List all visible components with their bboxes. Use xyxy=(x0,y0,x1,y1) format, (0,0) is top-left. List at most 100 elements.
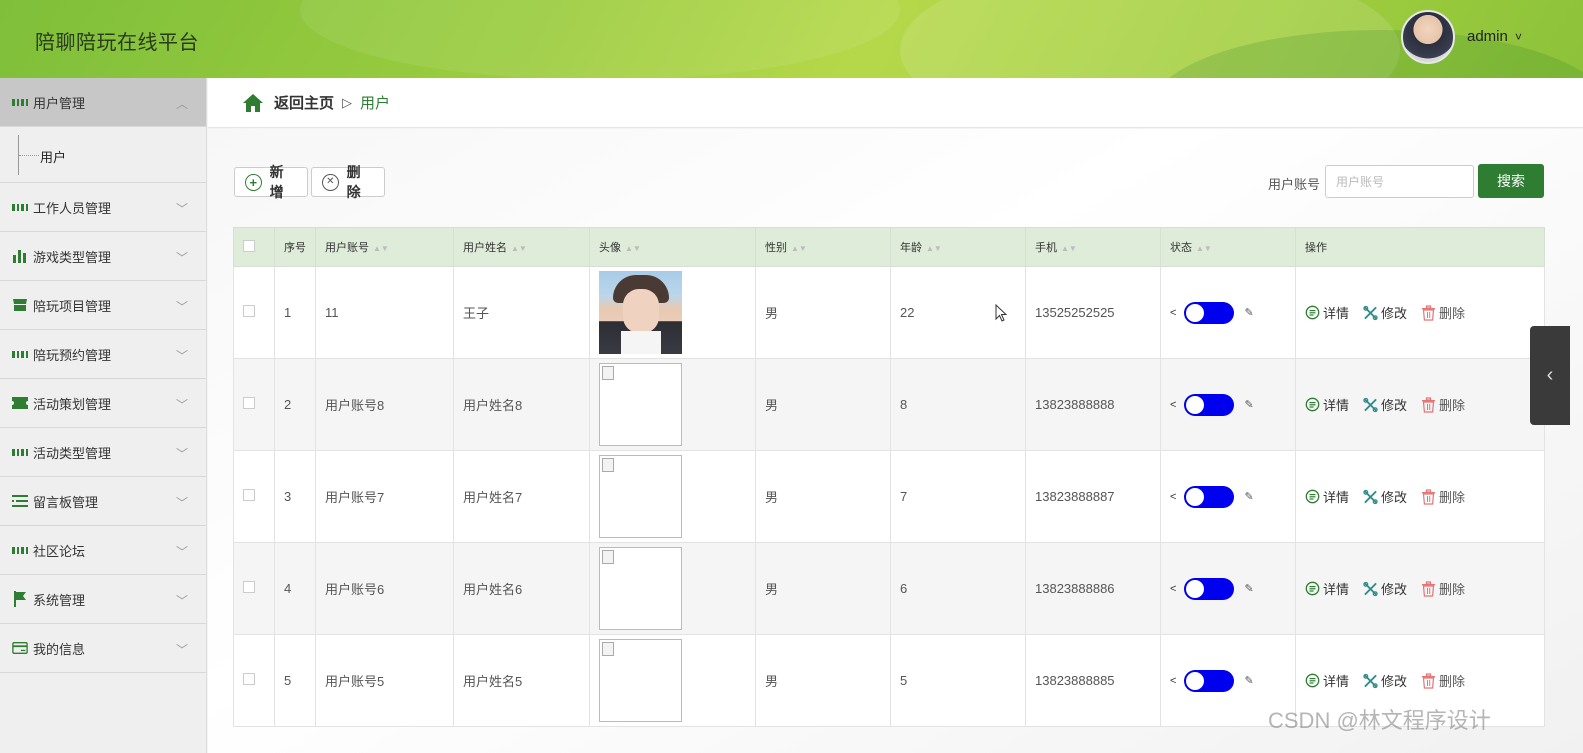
row-select-cell[interactable] xyxy=(233,358,275,451)
sidebar-item-user-management[interactable]: 用户管理 ︿ xyxy=(0,78,206,127)
status-toggle[interactable] xyxy=(1184,577,1235,600)
close-circle-icon: ✕ xyxy=(322,173,339,191)
edit-pen-icon: ✎ xyxy=(1244,583,1254,595)
sidebar-item-label: 社区论坛 xyxy=(33,543,86,559)
user-avatar[interactable] xyxy=(1401,10,1455,64)
detail-icon xyxy=(1305,673,1320,688)
sidebar-item-event-type-management[interactable]: 活动类型管理 ﹀ xyxy=(0,428,206,477)
select-all-checkbox[interactable] xyxy=(243,239,255,252)
status-toggle[interactable] xyxy=(1184,301,1235,324)
sort-icon[interactable]: ▲▼ xyxy=(373,244,389,253)
delete-label: 删除 xyxy=(1439,398,1466,413)
chevron-down-icon[interactable]: ˅ xyxy=(1515,30,1522,44)
row-select-cell[interactable] xyxy=(233,266,275,359)
edit-button[interactable]: 修改 xyxy=(1363,303,1407,322)
delete-button[interactable]: ✕ 删除 xyxy=(311,164,385,200)
edit-button[interactable]: 修改 xyxy=(1363,487,1407,506)
grid-icon xyxy=(12,199,28,215)
cell-phone: 13525252525 xyxy=(1025,266,1161,359)
sidebar-item-staff-management[interactable]: 工作人员管理 ﹀ xyxy=(0,183,206,232)
row-select-cell[interactable] xyxy=(233,450,275,543)
sort-icon[interactable]: ▲▼ xyxy=(926,244,942,253)
edit-button[interactable]: 修改 xyxy=(1363,671,1407,690)
user-name[interactable]: admin xyxy=(1467,28,1508,45)
cell-gender: 男 xyxy=(755,542,891,635)
index-value: 1 xyxy=(284,305,292,320)
edit-button[interactable]: 修改 xyxy=(1363,579,1407,598)
sidebar-item-appointment-management[interactable]: 陪玩预约管理 ﹀ xyxy=(0,330,206,379)
sidebar-item-event-planning-management[interactable]: 活动策划管理 ﹀ xyxy=(0,379,206,428)
detail-button[interactable]: 详情 xyxy=(1305,487,1349,506)
sidebar-item-label: 工作人员管理 xyxy=(33,200,112,216)
search-input[interactable] xyxy=(1325,165,1474,198)
column-header-label[interactable]: 年龄 xyxy=(900,242,922,254)
breadcrumb-home[interactable]: 返回主页 xyxy=(274,92,334,113)
row-delete-button[interactable]: 删除 xyxy=(1421,579,1465,598)
sort-icon[interactable]: ▲▼ xyxy=(791,244,807,253)
row-delete-button[interactable]: 删除 xyxy=(1421,671,1465,690)
sidebar-subitem-label[interactable]: 用户 xyxy=(40,147,66,166)
status-toggle[interactable] xyxy=(1184,485,1235,508)
chevron-left-icon[interactable]: ‹ xyxy=(1547,364,1554,387)
column-header[interactable]: 用户姓名 ▲▼ xyxy=(453,227,590,267)
column-header-label[interactable]: 用户姓名 xyxy=(463,242,507,254)
row-checkbox[interactable] xyxy=(243,397,255,409)
column-header[interactable]: 年龄 ▲▼ xyxy=(890,227,1026,267)
sidebar-subitem-users[interactable]: 用户 xyxy=(0,127,206,183)
cell-age: 8 xyxy=(890,358,1026,451)
column-header-label: 序号 xyxy=(284,242,306,254)
detail-button[interactable]: 详情 xyxy=(1305,579,1349,598)
column-header[interactable]: 用户账号 ▲▼ xyxy=(315,227,454,267)
name-value: 王子 xyxy=(463,306,490,321)
top-header: 陪聊陪玩在线平台 admin ˅ xyxy=(0,0,1583,78)
chevron-down-icon: ﹀ xyxy=(175,643,188,657)
sidebar-item-game-type-management[interactable]: 游戏类型管理 ﹀ xyxy=(0,232,206,281)
age-value: 5 xyxy=(900,673,908,688)
column-header-label[interactable]: 手机 xyxy=(1035,242,1057,254)
column-header[interactable]: 性别 ▲▼ xyxy=(755,227,891,267)
sort-icon[interactable]: ▲▼ xyxy=(625,244,641,253)
row-select-cell[interactable] xyxy=(233,542,275,635)
row-delete-button[interactable]: 删除 xyxy=(1421,303,1465,322)
status-toggle[interactable] xyxy=(1184,669,1235,692)
collapse-panel-toggle[interactable]: ‹ xyxy=(1530,326,1570,425)
detail-button[interactable]: 详情 xyxy=(1305,671,1349,690)
sidebar-item-companion-project-management[interactable]: 陪玩项目管理 ﹀ xyxy=(0,281,206,330)
row-checkbox[interactable] xyxy=(243,305,255,317)
status-toggle[interactable] xyxy=(1184,393,1235,416)
column-header-label[interactable]: 用户账号 xyxy=(325,242,369,254)
sort-icon[interactable]: ▲▼ xyxy=(1061,244,1077,253)
table-row: 3 用户账号7 用户姓名7 男 7 13823888887 < ✎ 详情 修改 xyxy=(233,450,1545,543)
broken-image-icon xyxy=(599,639,682,722)
cell-actions: 详情 修改 删除 xyxy=(1295,450,1545,543)
column-header[interactable]: 手机 ▲▼ xyxy=(1025,227,1161,267)
search-button[interactable]: 搜索 xyxy=(1478,164,1544,198)
add-button[interactable]: + 新增 xyxy=(234,164,308,200)
sidebar-item-system-management[interactable]: 系统管理 ﹀ xyxy=(0,575,206,624)
row-select-cell[interactable] xyxy=(233,634,275,727)
row-delete-button[interactable]: 删除 xyxy=(1421,395,1465,414)
row-checkbox[interactable] xyxy=(243,673,255,685)
detail-button[interactable]: 详情 xyxy=(1305,303,1349,322)
edit-button[interactable]: 修改 xyxy=(1363,395,1407,414)
column-header[interactable]: 头像 ▲▼ xyxy=(589,227,756,267)
select-all-cell[interactable] xyxy=(233,227,275,267)
cell-actions: 详情 修改 删除 xyxy=(1295,542,1545,635)
sort-icon[interactable]: ▲▼ xyxy=(1196,244,1212,253)
sidebar-item-message-board-management[interactable]: 留言板管理 ﹀ xyxy=(0,477,206,526)
column-header-label[interactable]: 性别 xyxy=(765,242,787,254)
column-header-label[interactable]: 状态 xyxy=(1170,242,1192,254)
column-header[interactable]: 状态 ▲▼ xyxy=(1160,227,1296,267)
sidebar-item-my-info[interactable]: 我的信息 ﹀ xyxy=(0,624,206,673)
row-checkbox[interactable] xyxy=(243,489,255,501)
sort-icon[interactable]: ▲▼ xyxy=(511,244,527,253)
grid-icon xyxy=(12,94,28,110)
row-checkbox[interactable] xyxy=(243,581,255,593)
sidebar-item-community-forum[interactable]: 社区论坛 ﹀ xyxy=(0,526,206,575)
home-icon[interactable] xyxy=(242,93,264,113)
detail-icon xyxy=(1305,397,1320,412)
row-delete-button[interactable]: 删除 xyxy=(1421,487,1465,506)
user-menu[interactable]: admin ˅ xyxy=(1467,28,1522,45)
detail-button[interactable]: 详情 xyxy=(1305,395,1349,414)
column-header-label[interactable]: 头像 xyxy=(599,242,621,254)
